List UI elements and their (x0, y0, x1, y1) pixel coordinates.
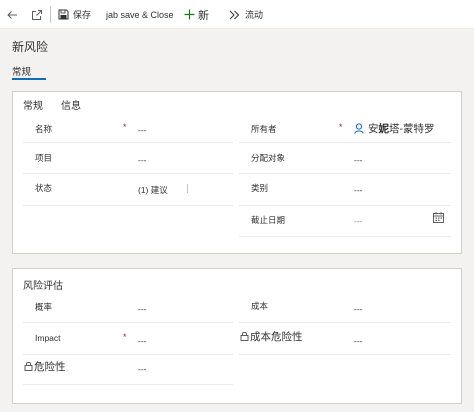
row-divider (23, 205, 233, 206)
assigned-to-label: 分配对象 (251, 153, 286, 163)
active-tab-indicator (12, 78, 46, 80)
cost-risk-label: 成本危险性 (250, 331, 303, 343)
row-divider (23, 322, 233, 323)
row-divider (23, 384, 233, 385)
due-date-field[interactable]: --- (354, 216, 363, 226)
owner-name-part: 妮 (378, 123, 390, 135)
due-date-label: 截止日期 (251, 215, 286, 225)
calendar-icon[interactable] (433, 212, 444, 223)
row-divider (239, 354, 451, 355)
flow-icon (229, 10, 240, 19)
project-field[interactable]: --- (138, 155, 147, 165)
popout-icon (32, 9, 42, 20)
save-label: 保存 (73, 10, 92, 20)
flow-button[interactable]: 流动 (229, 0, 263, 29)
row-divider (23, 142, 233, 143)
row-divider (239, 322, 451, 323)
project-label: 项目 (35, 153, 53, 163)
name-label: 名称 (35, 124, 53, 134)
cost-label: 成本 (251, 301, 269, 311)
lock-icon (240, 331, 249, 341)
assigned-to-field[interactable]: --- (354, 155, 363, 165)
new-button[interactable]: 新 (184, 0, 209, 29)
status-label: 状态 (35, 183, 53, 193)
probability-label: 概率 (35, 302, 53, 312)
category-label: 类别 (251, 183, 269, 193)
row-divider (23, 354, 233, 355)
user-icon (354, 123, 364, 134)
risk-assessment-section: 风险评估 概率 --- Impact * --- 危险性 --- 成本 --- … (12, 268, 462, 404)
impact-label: Impact (35, 333, 61, 343)
command-bar: 保存 jab save & Close 新 流动 (0, 0, 474, 29)
owner-name-part: 塔-蒙特罗 (389, 123, 435, 135)
back-button[interactable] (6, 0, 18, 29)
save-button[interactable]: 保存 (58, 0, 91, 29)
required-marker: * (339, 122, 343, 132)
probability-field[interactable]: --- (138, 304, 147, 314)
row-divider (239, 173, 451, 174)
required-marker: * (123, 122, 127, 132)
owner-label: 所有者 (251, 124, 277, 134)
risk-score-field: --- (138, 364, 147, 374)
tab-general[interactable]: 常规 (12, 64, 31, 78)
row-divider (23, 173, 233, 174)
save-icon (58, 9, 69, 20)
select-edge (187, 184, 188, 193)
required-marker: * (123, 332, 127, 342)
plus-icon (184, 9, 195, 20)
save-and-close-button[interactable]: jab save & Close (102, 0, 174, 29)
flow-label: 流动 (245, 10, 264, 20)
row-divider (239, 236, 451, 237)
save-and-close-label: jab save & Close (106, 9, 174, 20)
general-section: 常规 信息 名称 * --- 项目 --- 状态 (1) 建议 所有者 * 安妮… (12, 91, 462, 254)
lock-icon (24, 361, 33, 371)
name-field[interactable]: --- (138, 125, 147, 135)
subtab-information[interactable]: 信息 (61, 97, 81, 112)
section-title: 风险评估 (23, 281, 63, 292)
new-label: 新 (198, 9, 209, 22)
page-title: 新风险 (12, 40, 49, 54)
cost-risk-field: --- (354, 336, 363, 346)
row-divider (239, 142, 451, 143)
back-arrow-icon (7, 10, 17, 19)
toolbar-divider (50, 6, 51, 23)
cost-field[interactable]: --- (354, 304, 363, 314)
owner-name-part: 安 (368, 123, 379, 135)
row-divider (239, 205, 451, 206)
impact-field[interactable]: --- (138, 336, 147, 346)
subtab-general[interactable]: 常规 (23, 97, 43, 112)
category-field[interactable]: --- (354, 185, 363, 195)
owner-field[interactable]: 安妮塔-蒙特罗 (368, 121, 435, 136)
risk-score-label: 危险性 (34, 361, 66, 373)
status-select[interactable]: (1) 建议 (138, 184, 168, 196)
popout-button[interactable] (31, 0, 43, 29)
